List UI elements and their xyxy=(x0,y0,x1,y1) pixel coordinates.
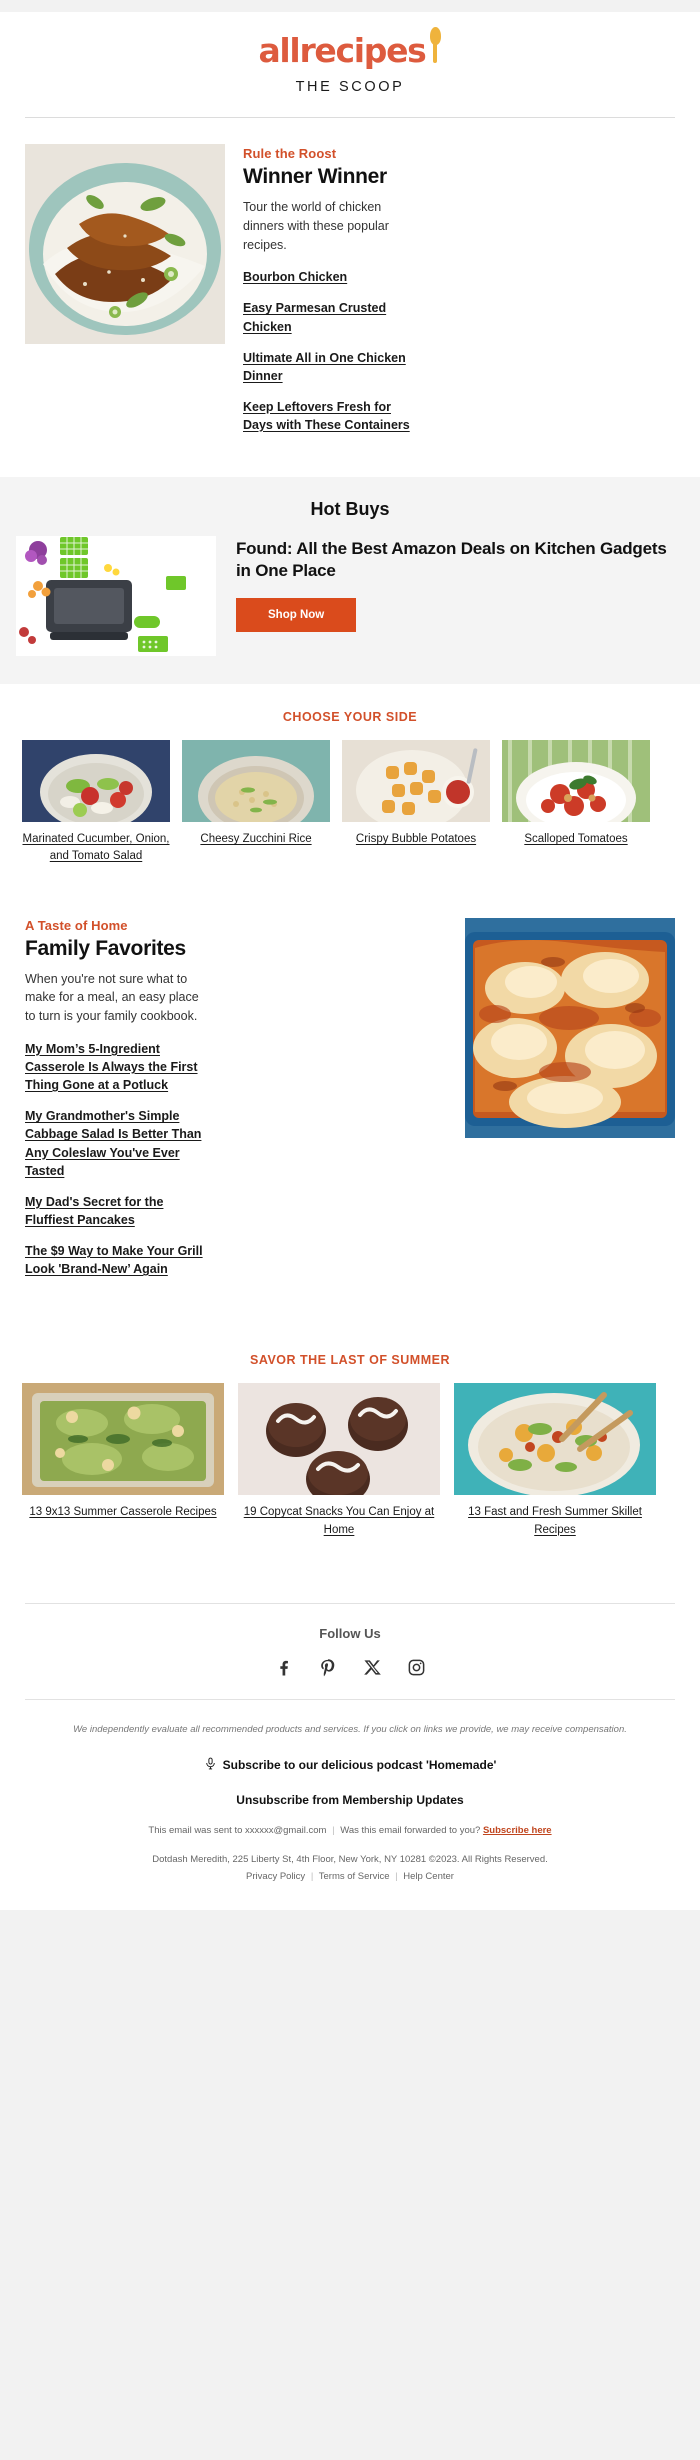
savor-image[interactable] xyxy=(238,1383,440,1496)
feature-image[interactable] xyxy=(25,144,225,344)
choose-your-side-section: CHOOSE YOUR SIDE Marinated Cucumber, Oni… xyxy=(0,684,700,870)
spoon-icon xyxy=(428,27,442,63)
feature-link[interactable]: Ultimate All in One Chicken Dinner xyxy=(243,349,421,385)
side-dish-image[interactable] xyxy=(342,740,490,823)
taste-of-home-link[interactable]: The $9 Way to Make Your Grill Look 'Bran… xyxy=(25,1242,210,1278)
hot-buys-image[interactable] xyxy=(16,536,216,657)
top-strip xyxy=(0,0,700,12)
savor-caption-link[interactable]: 13 Fast and Fresh Summer Skillet Recipes xyxy=(468,1506,642,1535)
taste-of-home-image[interactable] xyxy=(465,917,675,1138)
social-links xyxy=(0,1657,700,1679)
legal-footer: We independently evaluate all recommende… xyxy=(0,1699,700,1910)
side-dish-grid: Marinated Cucumber, Onion, and Tomato Sa… xyxy=(0,740,700,866)
footer-links: Privacy Policy | Terms of Service | Help… xyxy=(246,1871,454,1883)
taste-of-home-eyebrow: A Taste of Home xyxy=(25,917,128,933)
side-dish-card: Cheesy Zucchini Rice xyxy=(182,740,330,866)
feature-text-block: Rule the Roost Winner Winner Tour the wo… xyxy=(243,144,675,447)
savor-card: 13 Fast and Fresh Summer Skillet Recipes xyxy=(454,1383,656,1539)
savor-card: 19 Copycat Snacks You Can Enjoy at Home xyxy=(238,1383,440,1539)
shop-now-button[interactable]: Shop Now xyxy=(236,597,357,632)
taste-of-home-link[interactable]: My Grandmother's Simple Cabbage Salad Is… xyxy=(25,1107,210,1180)
side-dish-caption-link[interactable]: Scalloped Tomatoes xyxy=(524,833,627,845)
savor-image[interactable] xyxy=(454,1383,656,1496)
privacy-policy-link[interactable]: Privacy Policy xyxy=(246,1871,305,1882)
hot-buys-headline: Found: All the Best Amazon Deals on Kitc… xyxy=(236,539,667,580)
taste-of-home-text-block: A Taste of Home Family Favorites When yo… xyxy=(25,918,449,1292)
pinterest-icon[interactable] xyxy=(317,1657,339,1679)
affiliate-disclaimer: We independently evaluate all recommende… xyxy=(73,1723,627,1735)
savor-grid: 13 9x13 Summer Casserole Recipes 19 Copy… xyxy=(0,1383,700,1539)
side-dish-card: Marinated Cucumber, Onion, and Tomato Sa… xyxy=(22,740,170,866)
savor-image[interactable] xyxy=(22,1383,224,1496)
taste-of-home-article: A Taste of Home Family Favorites When yo… xyxy=(0,869,700,1312)
taste-of-home-link[interactable]: My Mom’s 5-Ingredient Casserole Is Alway… xyxy=(25,1040,210,1094)
feature-link[interactable]: Easy Parmesan Crusted Chicken xyxy=(243,299,421,335)
copyright-block: Dotdash Meredith, 225 Liberty St, 4th Fl… xyxy=(52,1852,648,1885)
feature-link[interactable]: Bourbon Chicken xyxy=(243,268,421,286)
taste-of-home-link[interactable]: My Dad's Secret for the Fluffiest Pancak… xyxy=(25,1193,210,1229)
feature-dek: Tour the world of chicken dinners with t… xyxy=(243,200,389,252)
feature-article: Rule the Roost Winner Winner Tour the wo… xyxy=(0,118,700,478)
subscribe-here-link[interactable]: Subscribe here xyxy=(483,1825,552,1836)
bottom-strip xyxy=(0,1909,700,1924)
terms-of-service-link[interactable]: Terms of Service xyxy=(319,1871,390,1882)
taste-of-home-dek: When you're not sure what to make for a … xyxy=(25,971,199,1024)
hot-buys-text-block: Found: All the Best Amazon Deals on Kitc… xyxy=(216,536,684,632)
hot-buys-section: Hot Buys Found: All the Best Amazon Deal… xyxy=(0,477,700,685)
side-dish-image[interactable] xyxy=(502,740,650,823)
email-header: allrecipes THE SCOOP xyxy=(0,12,700,118)
podcast-row[interactable]: Subscribe to our delicious podcast 'Home… xyxy=(52,1755,648,1775)
follow-section: Follow Us xyxy=(0,1602,700,1699)
feature-link-list: Bourbon Chicken Easy Parmesan Crusted Ch… xyxy=(243,268,675,434)
hot-buys-title: Hot Buys xyxy=(310,499,390,520)
taste-of-home-headline: Family Favorites xyxy=(25,936,186,960)
choose-your-side-kicker: CHOOSE YOUR SIDE xyxy=(282,710,418,725)
savor-section: SAVOR THE LAST OF SUMMER 13 9x13 Summer … xyxy=(0,1311,700,1563)
help-center-link[interactable]: Help Center xyxy=(403,1871,454,1882)
side-dish-caption-link[interactable]: Cheesy Zucchini Rice xyxy=(200,833,311,845)
microphone-icon xyxy=(204,1755,217,1775)
facebook-icon[interactable] xyxy=(273,1657,295,1679)
follow-title: Follow Us xyxy=(319,1625,381,1641)
taste-of-home-link-list: My Mom’s 5-Ingredient Casserole Is Alway… xyxy=(25,1040,449,1278)
feature-link[interactable]: Keep Leftovers Fresh for Days with These… xyxy=(243,398,421,434)
side-dish-image[interactable] xyxy=(182,740,330,823)
savor-caption-link[interactable]: 13 9x13 Summer Casserole Recipes xyxy=(29,1506,216,1518)
x-twitter-icon[interactable] xyxy=(361,1657,383,1679)
side-dish-caption-link[interactable]: Crispy Bubble Potatoes xyxy=(356,833,476,845)
email-page: allrecipes THE SCOOP Rule the Roost Winn… xyxy=(0,0,700,1924)
newsletter-tagline: THE SCOOP xyxy=(295,79,405,95)
side-dish-card: Scalloped Tomatoes xyxy=(502,740,650,866)
copyright-text: Dotdash Meredith, 225 Liberty St, 4th Fl… xyxy=(152,1854,548,1866)
sent-to-row: This email was sent to xxxxxx@gmail.com … xyxy=(52,1825,648,1836)
logo-wordmark: allrecipes xyxy=(258,31,426,70)
savor-card: 13 9x13 Summer Casserole Recipes xyxy=(22,1383,224,1539)
podcast-label: Subscribe to our delicious podcast 'Home… xyxy=(222,1758,497,1773)
unsubscribe-link[interactable]: Unsubscribe from Membership Updates xyxy=(52,1793,648,1807)
side-dish-card: Crispy Bubble Potatoes xyxy=(342,740,490,866)
feature-headline: Winner Winner xyxy=(243,165,387,188)
side-dish-caption-link[interactable]: Marinated Cucumber, Onion, and Tomato Sa… xyxy=(22,833,169,862)
side-dish-image[interactable] xyxy=(22,740,170,823)
savor-caption-link[interactable]: 19 Copycat Snacks You Can Enjoy at Home xyxy=(244,1506,435,1535)
savor-kicker: SAVOR THE LAST OF SUMMER xyxy=(250,1353,450,1368)
forwarded-text: Was this email forwarded to you? xyxy=(340,1825,481,1837)
feature-eyebrow: Rule the Roost xyxy=(243,146,337,161)
instagram-icon[interactable] xyxy=(405,1657,427,1679)
allrecipes-logo[interactable]: allrecipes xyxy=(258,27,441,70)
sent-to-text: This email was sent to xxxxxx@gmail.com xyxy=(148,1825,327,1837)
sent-to-separator: | xyxy=(332,1825,335,1837)
